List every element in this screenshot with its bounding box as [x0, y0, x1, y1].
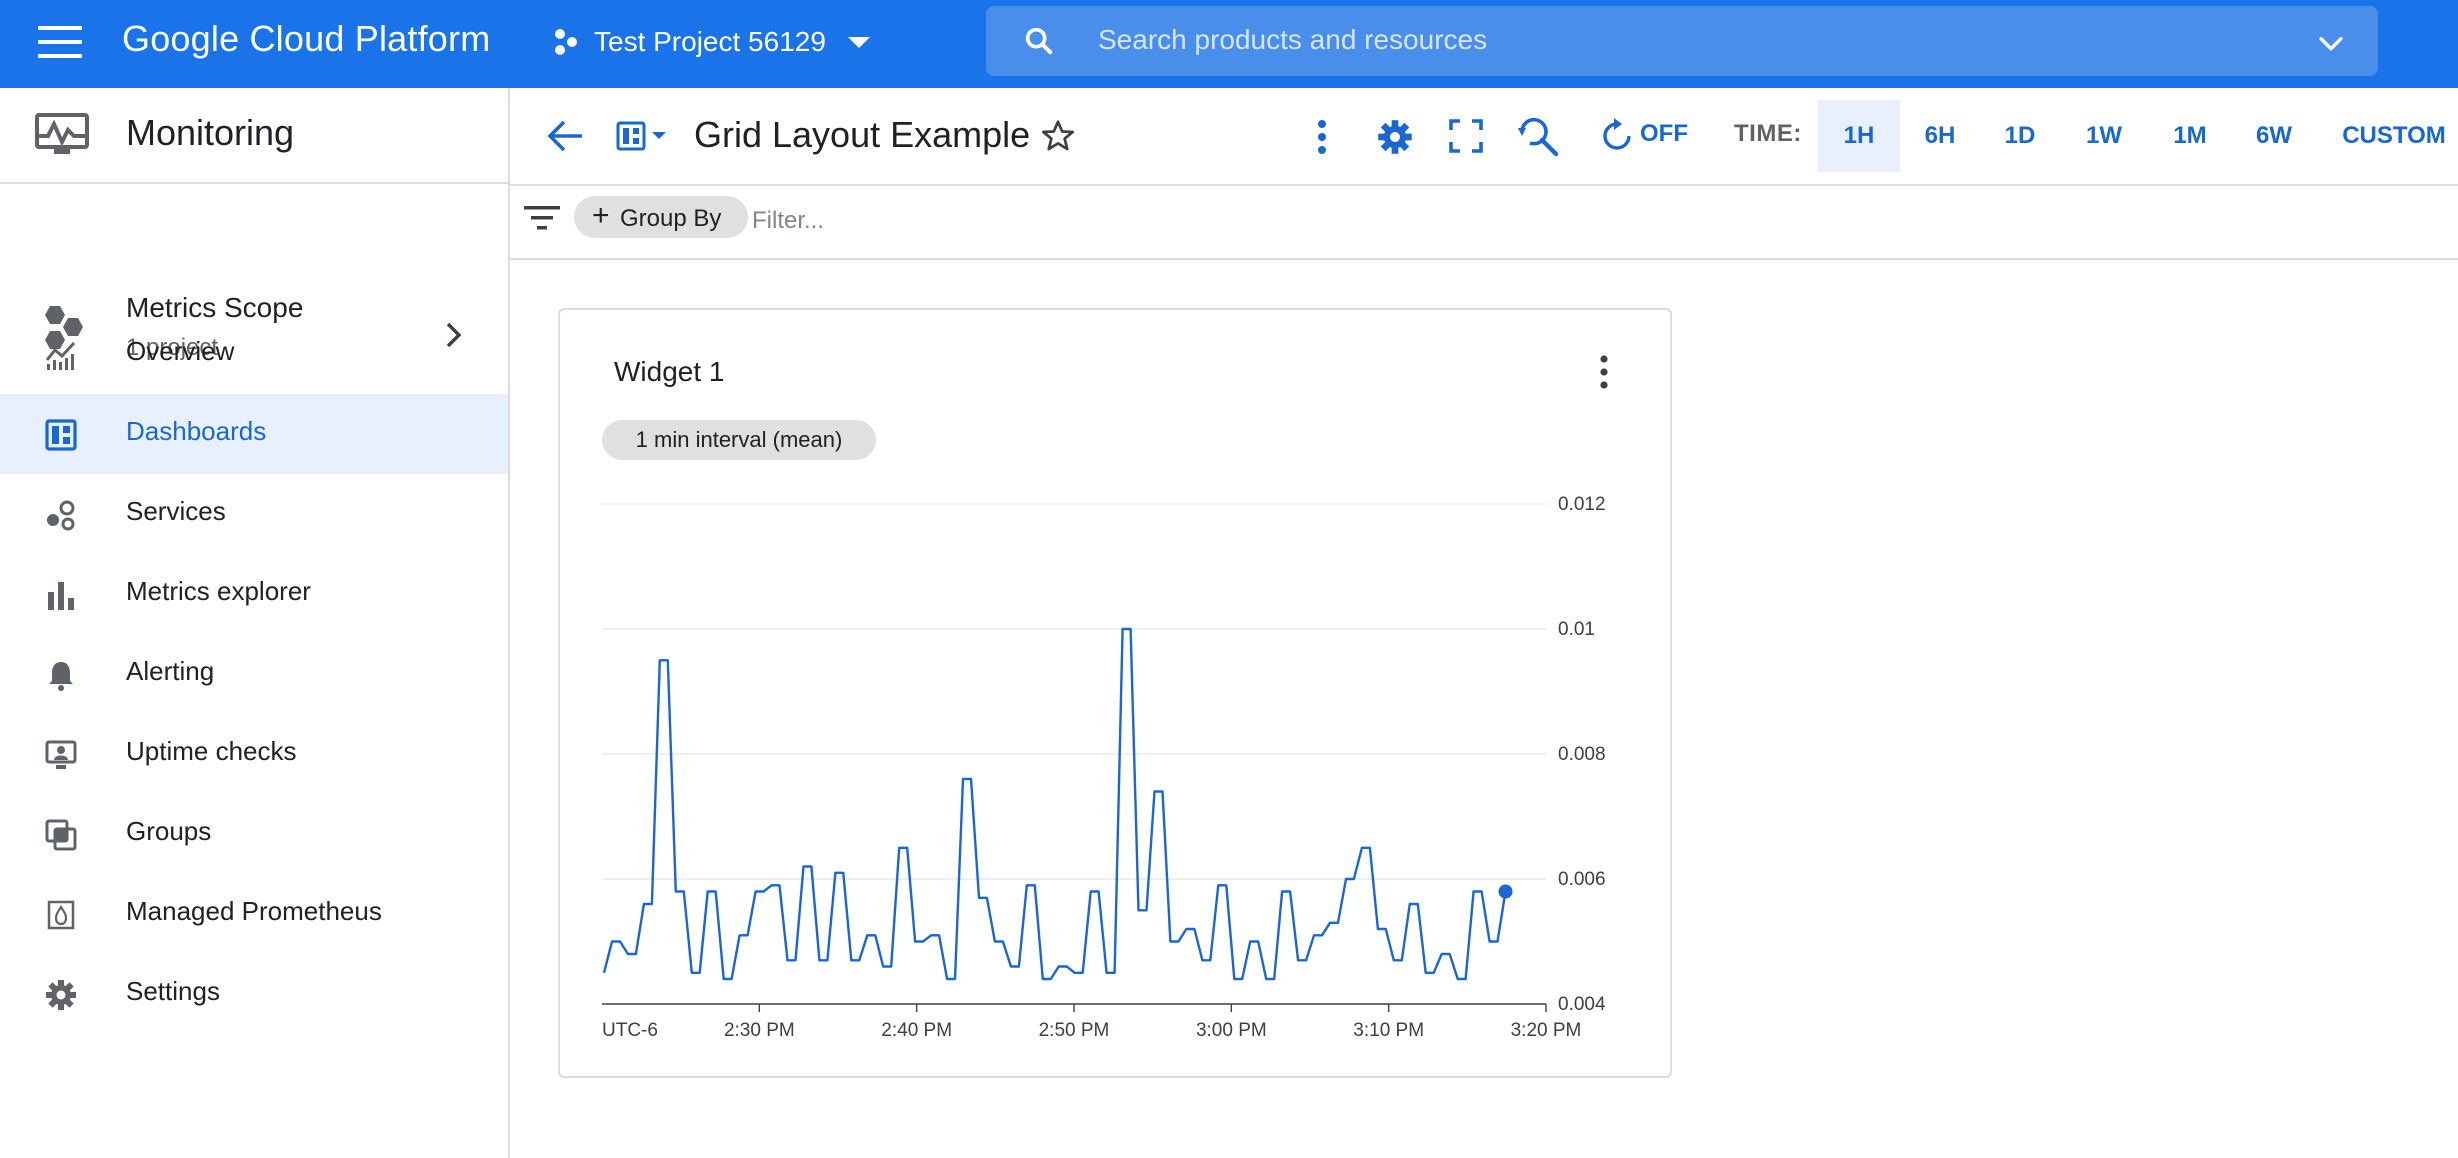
project-dots-icon [555, 29, 577, 55]
x-tick-label: 2:50 PM [1039, 1020, 1110, 1041]
sidebar-title: Monitoring [126, 112, 295, 153]
last-point-marker [1498, 884, 1513, 899]
back-arrow-icon[interactable] [546, 118, 586, 154]
time-option-1w[interactable]: 1W [2064, 100, 2144, 172]
services-icon [47, 500, 75, 531]
project-selector[interactable]: Test Project 56129 [552, 18, 870, 66]
sidebar-item-groups[interactable]: Groups [0, 794, 508, 874]
gear-icon [46, 980, 76, 1010]
sidebar-item-alerting[interactable]: Alerting [0, 634, 508, 714]
group-by-button[interactable]: + Group By [574, 196, 748, 238]
sidebar-item-settings[interactable]: Settings [0, 954, 508, 1034]
sidebar-item-label: Managed Prometheus [126, 896, 382, 926]
refresh-state[interactable]: OFF [1640, 120, 1688, 148]
project-name: Test Project 56129 [594, 26, 826, 57]
time-option-1d[interactable]: 1D [1982, 100, 2058, 172]
sidebar-item-managed-prometheus[interactable]: Managed Prometheus [0, 874, 508, 954]
sidebar-item-label: Services [126, 496, 226, 526]
y-tick-label: 0.008 [1558, 744, 1606, 765]
bar-chart-icon [48, 582, 74, 610]
sidebar-item-services[interactable]: Services [0, 474, 508, 554]
sidebar-item-label: Groups [126, 816, 212, 846]
x-tick-label: 2:40 PM [881, 1020, 952, 1041]
y-tick-label: 0.012 [1558, 494, 1606, 515]
auto-refresh-icon[interactable] [1600, 118, 1634, 154]
top-app-bar: Google Cloud Platform Test Project 56129… [0, 0, 2458, 88]
interval-chip: 1 min interval (mean) [602, 420, 876, 460]
overview-icon [45, 341, 76, 370]
search-icon [1025, 27, 1053, 55]
time-option-1m[interactable]: 1M [2150, 100, 2230, 172]
y-tick-label: 0.006 [1558, 869, 1606, 890]
main-menu-icon[interactable] [38, 26, 82, 62]
widget-title: Widget 1 [614, 356, 725, 387]
metrics-scope[interactable]: Metrics Scope 1 project [0, 184, 508, 361]
chevron-down-icon [847, 36, 870, 48]
x-tick-label: 2:30 PM [724, 1020, 795, 1041]
sidebar-item-metrics-explorer[interactable]: Metrics explorer [0, 554, 508, 634]
sidebar-item-label: Dashboards [126, 416, 267, 446]
sidebar-item-overview[interactable]: Overview [0, 314, 508, 394]
more-vert-icon[interactable] [1312, 118, 1332, 156]
time-label: TIME: [1734, 120, 1802, 147]
search-placeholder: Search products and resources [1098, 24, 1488, 55]
dashboard-title: Grid Layout Example [694, 114, 1031, 155]
brand-logo[interactable]: Google Cloud Platform [122, 18, 490, 60]
y-tick-label: 0.01 [1558, 619, 1595, 640]
time-option-custom[interactable]: CUSTOM [2334, 100, 2454, 172]
group-by-label: Group By [620, 205, 722, 232]
search-bar[interactable]: Search products and resources [986, 6, 2378, 76]
sidebar-item-label: Uptime checks [126, 736, 297, 766]
sidebar-item-label: Overview [126, 336, 235, 366]
sidebar-item-label: Metrics explorer [126, 576, 311, 606]
widget-more-vert-icon[interactable] [1596, 352, 1612, 392]
sidebar-item-label: Alerting [126, 656, 215, 686]
sidebar-header: Monitoring [0, 88, 508, 184]
line-chart: 0.012 0.01 0.008 0.006 0.004 UTC-6 2:30 PM 2:40… [602, 494, 1606, 1041]
sidebar-item-dashboards[interactable]: Dashboards [0, 394, 508, 474]
y-tick-label: 0.004 [1558, 994, 1606, 1015]
sidebar-item-label: Settings [126, 976, 220, 1006]
x-tick-label: 3:10 PM [1353, 1020, 1424, 1041]
prometheus-icon [47, 900, 75, 930]
monitoring-icon [35, 113, 89, 154]
bell-icon [49, 662, 73, 691]
zoom-search-icon[interactable] [1516, 114, 1560, 158]
time-option-1h[interactable]: 1H [1818, 100, 1900, 172]
x-tick-label: 3:20 PM [1511, 1020, 1582, 1041]
timezone-label: UTC-6 [602, 1020, 658, 1041]
time-option-6h[interactable]: 6H [1902, 100, 1978, 172]
chevron-down-icon[interactable] [2314, 26, 2348, 60]
star-icon[interactable] [1040, 118, 1076, 154]
settings-gear-icon[interactable] [1376, 118, 1414, 156]
fullscreen-icon[interactable] [1448, 118, 1484, 154]
groups-icon [45, 819, 77, 851]
sidebar-item-uptime-checks[interactable]: Uptime checks [0, 714, 508, 794]
filter-input[interactable] [752, 204, 1252, 238]
filter-list-icon[interactable] [524, 204, 560, 232]
dashboard-picker-icon[interactable] [616, 120, 676, 154]
time-option-6w[interactable]: 6W [2234, 100, 2314, 172]
plus-icon: + [592, 199, 610, 232]
uptime-icon [45, 740, 77, 769]
series-line [602, 627, 1507, 981]
dashboards-icon [45, 419, 77, 451]
x-tick-label: 3:00 PM [1196, 1020, 1267, 1041]
